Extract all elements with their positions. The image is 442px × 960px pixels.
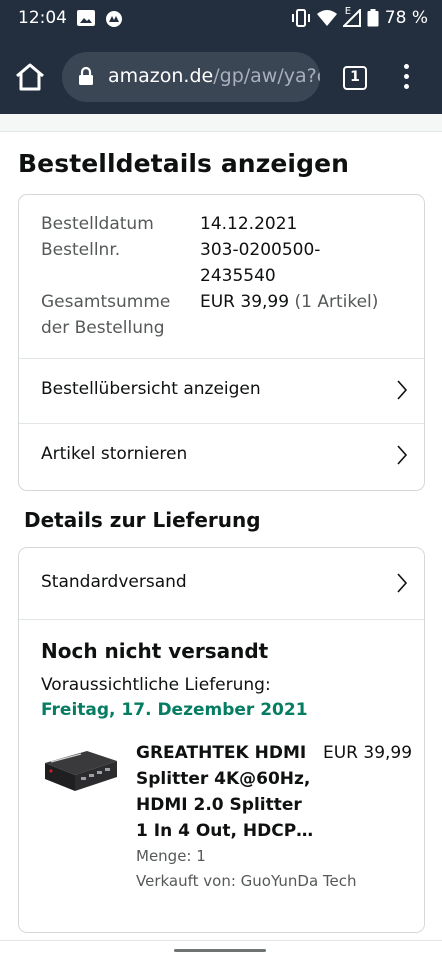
view-order-summary-label: Bestellübersicht anzeigen: [41, 379, 261, 399]
cancel-items-link[interactable]: Artikel stornieren: [19, 423, 424, 488]
page-title: Bestelldetails anzeigen: [18, 149, 350, 178]
chevron-right-icon: [397, 445, 408, 465]
product-quantity: Menge: 1: [136, 847, 206, 865]
shipment-status: Noch nicht versandt: [41, 639, 269, 663]
url-bar[interactable]: amazon.de/gp/aw/ya?c: [62, 52, 320, 102]
order-item-count: (1 Artikel): [294, 292, 379, 312]
expected-delivery-label: Voraussichtliche Lieferung:: [41, 675, 271, 695]
home-icon[interactable]: [14, 62, 46, 92]
signal-badge: E: [344, 6, 352, 17]
url-text: amazon.de/gp/aw/ya?c: [108, 65, 320, 87]
more-vert-icon[interactable]: [398, 64, 414, 92]
status-time: 12:04: [18, 8, 67, 28]
sync-app-icon: [106, 11, 122, 27]
order-date-value: 14.12.2021: [200, 214, 298, 234]
delivery-section-title: Details zur Lieferung: [24, 508, 261, 532]
battery-icon: [367, 9, 379, 27]
tab-switcher-button[interactable]: 1: [343, 66, 367, 90]
shipping-method-label: Standardversand: [41, 572, 187, 592]
order-date-label: Bestelldatum: [41, 214, 154, 234]
product-seller: Verkauft von: GuoYunDa Tech: [136, 872, 357, 890]
order-number-value-line1: 303-0200500-: [200, 240, 321, 260]
status-right: E 78 %: [291, 6, 428, 28]
url-host: amazon.de: [108, 65, 214, 87]
expected-delivery-date: Freitag, 17. Dezember 2021: [41, 700, 308, 720]
order-total-amount: EUR 39,99: [200, 292, 290, 312]
order-summary-card: Bestelldatum 14.12.2021 Bestellnr. 303-0…: [18, 194, 425, 491]
lock-icon: [79, 66, 93, 85]
order-number-label: Bestellnr.: [41, 240, 121, 260]
chevron-right-icon: [397, 380, 408, 400]
shipment-details: Noch nicht versandt Voraussichtliche Lie…: [19, 619, 424, 933]
cancel-items-label: Artikel stornieren: [41, 444, 188, 464]
view-order-summary-link[interactable]: Bestellübersicht anzeigen: [19, 358, 424, 423]
vibrate-icon: [291, 9, 310, 27]
gesture-navigation-bar[interactable]: [174, 949, 266, 952]
url-path: /gp/aw/ya?c: [213, 65, 320, 87]
image-icon: [77, 10, 95, 26]
order-total-label-line2: der Bestellung: [41, 318, 165, 338]
order-total-label-line1: Gesamtsumme: [41, 292, 171, 312]
chevron-right-icon: [397, 573, 408, 593]
browser-toolbar: amazon.de/gp/aw/ya?c 1: [0, 38, 442, 114]
wifi-icon: [316, 10, 337, 26]
signal-icon: E: [341, 6, 361, 27]
shipping-method-link[interactable]: Standardversand: [19, 548, 424, 619]
product-title-link[interactable]: GREATHTEK HDMI Splitter 4K@60Hz, HDMI 2.…: [136, 740, 316, 844]
order-total-value: EUR 39,99 (1 Artikel): [200, 292, 378, 312]
top-divider: [0, 114, 442, 132]
product-price: EUR 39,99: [323, 743, 413, 763]
order-number-value-line2: 2435540: [200, 266, 276, 286]
battery-percent: 78 %: [384, 8, 428, 28]
status-bar: 12:04 E 78 %: [0, 0, 442, 38]
delivery-card: Standardversand Noch nicht versandt Vora…: [18, 547, 425, 933]
product-image[interactable]: [41, 747, 119, 803]
